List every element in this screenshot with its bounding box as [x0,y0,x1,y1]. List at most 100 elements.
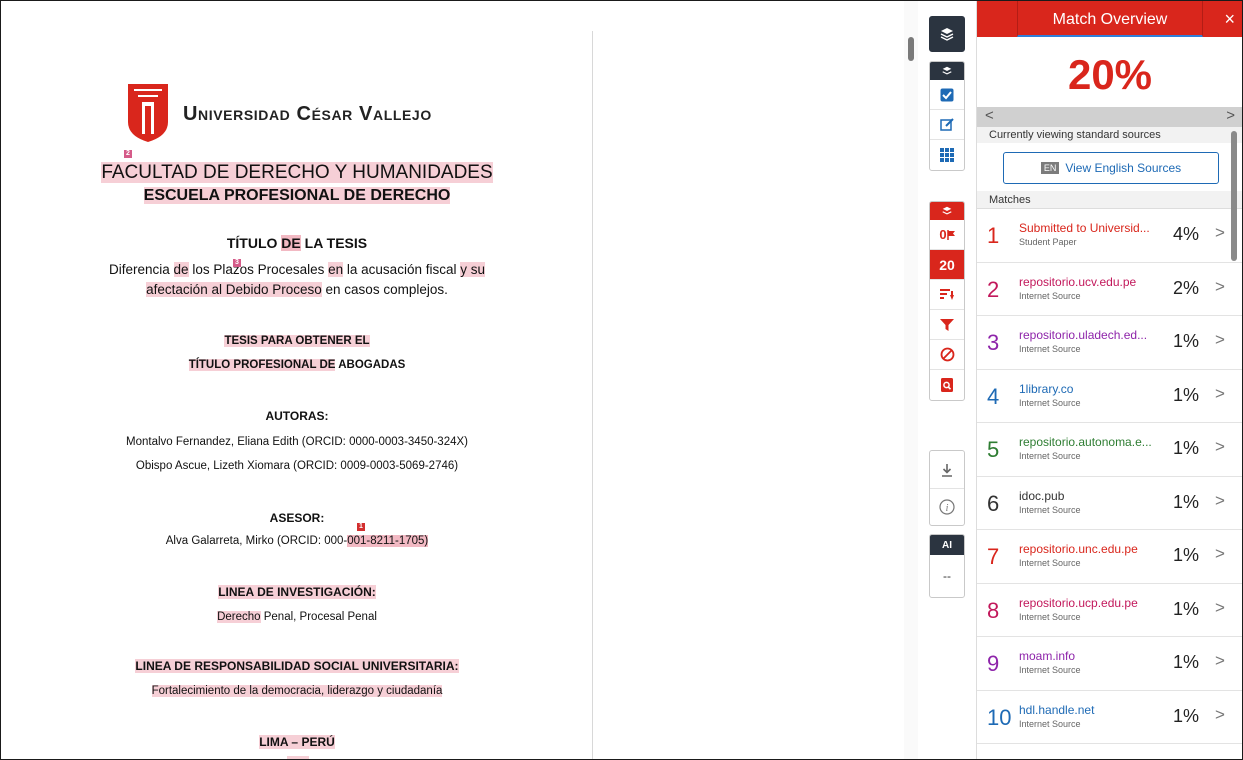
chevron-right-icon: > [1215,276,1225,296]
match-row[interactable]: 10 hdl.handle.net Internet Source 1% > [977,691,1242,744]
match-source: Submitted to Universid... [1019,221,1150,235]
match-percent: 1% [1173,331,1200,351]
source-nav: < > [977,107,1242,127]
chevron-right-icon: > [1215,437,1225,456]
thesis-title-line1: Diferencia de los Plazos Procesales en l… [109,262,485,277]
document-scrollbar-track[interactable] [904,1,918,759]
match-type: Internet Source [1019,718,1081,729]
research-line: Derecho Penal, Procesal Penal [217,611,377,623]
ai-label: AI [930,535,964,555]
match-percent: 1% [1173,384,1200,405]
match-row[interactable]: 2 repositorio.ucv.edu.pe Internet Source 2%… [977,263,1242,316]
match-row[interactable]: 8 repositorio.ucp.edu.pe Internet Source 1%… [977,584,1242,637]
match-source: moam.info [1019,649,1076,663]
chevron-right-icon: > [1215,330,1225,349]
match-source: repositorio.autonoma.e... [1019,435,1152,449]
layers-icon [942,66,952,75]
panel-header: Match Overview × [977,1,1242,37]
en-badge: EN [1040,162,1060,174]
chevron-right-icon: > [1215,651,1225,670]
grid-icon [940,148,954,162]
exclude-button[interactable] [930,340,964,370]
info-button[interactable]: i [930,489,964,525]
title-heading: TÍTULO DE LA TESIS [226,235,368,251]
checkbox-icon [940,88,954,101]
research-line-label: LINEA DE INVESTIGACIÓN: [218,585,376,599]
match-percent: 4% [1173,224,1200,244]
faculty-text: FACULTAD DE DERECHO Y HUMANIDADES [101,162,493,183]
match-marker[interactable]: 2 [124,150,132,158]
thesis-for-text: TESIS PARA OBTENER EL [224,335,370,347]
match-row[interactable]: 9 moam.info Internet Source 1% > [977,637,1242,691]
match-source: idoc.pub [1019,488,1065,503]
match-source: hdl.handle.net [1019,702,1095,717]
university-name: Universidad César Vallejo [183,103,432,125]
match-marker[interactable]: 3 [233,259,241,267]
filter-icon [940,318,954,331]
social-responsibility-label: LINEA DE RESPONSABILIDAD SOCIAL UNIVERSI… [135,659,459,673]
match-percent: 1% [1173,705,1200,726]
match-percent: 1% [1173,491,1200,512]
ai-score: -- [943,569,951,583]
chevron-right-icon: > [1215,383,1225,403]
panel-title: Match Overview [1017,1,1203,37]
close-icon[interactable]: × [1224,9,1235,30]
viewing-label: Currently viewing standard sources [977,127,1242,143]
match-marker[interactable]: 1 [357,523,365,531]
author-2: Obispo Ascue, Lizeth Xiomara (ORCID: 000… [135,460,459,472]
match-row[interactable]: 1 Submitted to Universid... Student Paper 4… [977,209,1242,263]
match-type: Internet Source [1019,451,1081,461]
advisor-label: ASESOR: [269,511,325,525]
author-1: Montalvo Fernandez, Eliana Edith (ORCID:… [126,436,468,448]
info-icon: i [939,499,955,515]
match-source: repositorio.uladech.ed... [1019,328,1148,342]
match-row[interactable]: 7 repositorio.unc.edu.pe Internet Source 1%… [977,530,1242,584]
edit-button[interactable] [930,110,964,140]
download-button[interactable] [930,451,964,489]
filter-button[interactable] [930,310,964,340]
chevron-left-icon[interactable]: < [985,107,994,124]
document-scrollbar-thumb[interactable] [908,37,914,61]
match-percent: 1% [1173,652,1200,672]
source-search-button[interactable] [930,370,964,400]
match-type: Student Paper [1019,237,1077,247]
flag-icon [946,229,955,240]
match-percent: 1% [1173,598,1200,619]
svg-text:i: i [946,503,949,514]
chevron-right-icon: > [1215,704,1225,724]
match-type: Internet Source [1019,611,1081,622]
panel-scrollbar-thumb[interactable] [1231,131,1237,261]
match-row[interactable]: 6 idoc.pub Internet Source 1% > [977,477,1242,530]
match-row[interactable]: 4 1library.co Internet Source 1% > [977,370,1242,423]
grid-button[interactable] [930,140,964,170]
page-divider [592,31,593,759]
year-text-clipped [287,756,309,759]
layers-icon [940,28,954,41]
grading-button[interactable] [930,80,964,110]
utility-group: i [929,450,965,526]
match-type: Internet Source [1019,558,1081,568]
match-type: Internet Source [1019,665,1081,675]
chevron-right-icon: > [1215,223,1225,242]
place-text: LIMA – PERÚ [259,735,335,749]
match-overview-button[interactable]: 20 [930,250,964,280]
sort-button[interactable] [930,280,964,310]
red-tools-group: 0 20 [929,201,965,401]
match-row[interactable]: 5 repositorio.autonoma.e... Internet Sourc… [977,423,1242,477]
chevron-right-icon: > [1215,597,1225,617]
flags-button[interactable]: 0 [930,220,964,250]
ai-group[interactable]: AI -- [929,534,965,598]
professional-title: TÍTULO PROFESIONAL DE ABOGADAS [188,359,406,371]
block-icon [940,347,954,362]
view-english-sources-button[interactable]: EN View English Sources [1003,152,1219,184]
chevron-right-icon[interactable]: > [1226,107,1235,124]
social-responsibility-value: Fortalecimiento de la democracia, lidera… [151,685,443,697]
matches-list: 1 Submitted to Universid... Student Paper 4… [977,209,1242,744]
authors-label: AUTORAS: [265,409,329,423]
side-toolbar: 0 20 i AI -- [929,1,967,759]
match-source: repositorio.unc.edu.pe [1019,542,1138,556]
advisor-text: Alva Galarreta, Mirko (ORCID: 000-001-82… [165,535,429,547]
app-frame: Universidad César Vallejo 2 FACULTAD DE … [0,0,1243,760]
match-row[interactable]: 3 repositorio.uladech.ed... Internet Sourc… [977,316,1242,370]
layers-button[interactable] [929,16,965,52]
